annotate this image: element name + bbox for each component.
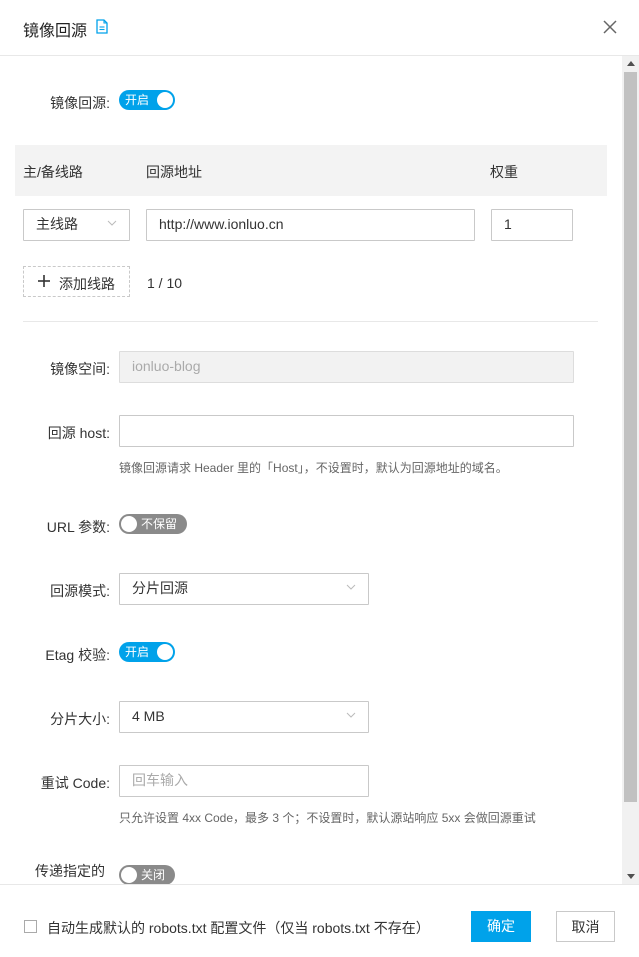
robots-checkbox[interactable] [24, 920, 37, 933]
weight-input[interactable]: 1 [491, 209, 573, 241]
add-line-label: 添加线路 [59, 276, 115, 292]
mode-label: 回源模式: [50, 583, 110, 599]
space-value: ionluo-blog [132, 358, 201, 374]
host-label: 回源 host: [47, 425, 110, 441]
toggle-knob [157, 644, 173, 660]
host-hint: 镜像回源请求 Header 里的「Host」，不设置时，默认为回源地址的域名。 [119, 461, 508, 475]
plus-icon [38, 275, 50, 287]
dialog-title: 镜像回源 [23, 23, 88, 40]
lines-table-header: 主/备线路 回源地址 权重 [15, 145, 607, 196]
retry-label: 重试 Code: [40, 775, 110, 791]
space-input: ionluo-blog [119, 351, 574, 383]
chevron-down-icon [346, 584, 356, 590]
chevron-down-icon [107, 220, 117, 226]
scrollbar[interactable] [622, 56, 639, 884]
scrollbar-thumb[interactable] [624, 72, 637, 802]
mode-value: 分片回源 [132, 580, 188, 596]
header-weight: 权重 [490, 164, 518, 180]
etag-toggle[interactable]: 开启 [119, 642, 175, 662]
robots-checkbox-label[interactable]: 自动生成默认的 robots.txt 配置文件（仅当 robots.txt 不存… [47, 918, 430, 938]
mirror-toggle-text: 开启 [125, 93, 150, 107]
chevron-down-icon [346, 712, 356, 718]
host-input[interactable] [119, 415, 574, 447]
line-count: 1 / 10 [147, 275, 183, 291]
mode-select[interactable]: 分片回源 [119, 573, 369, 605]
dialog-footer: 自动生成默认的 robots.txt 配置文件（仅当 robots.txt 不存… [0, 884, 639, 957]
retry-code-input[interactable]: 回车输入 [119, 765, 369, 797]
line-type-select[interactable]: 主线路 [23, 209, 130, 241]
scroll-up-icon[interactable] [627, 61, 635, 66]
toggle-knob [121, 867, 137, 883]
etag-label: Etag 校验: [45, 647, 110, 663]
toggle-knob [121, 516, 137, 532]
header-address: 回源地址 [146, 164, 202, 180]
confirm-button[interactable]: 确定 [471, 911, 531, 942]
close-icon[interactable] [602, 19, 618, 35]
pass-toggle-text: 关闭 [140, 868, 165, 882]
header-line-type: 主/备线路 [23, 164, 83, 180]
etag-toggle-text: 开启 [125, 645, 150, 659]
toggle-knob [157, 92, 173, 108]
document-icon[interactable] [96, 19, 108, 34]
dialog-header: 镜像回源 [0, 0, 639, 56]
line-type-value: 主线路 [36, 216, 78, 232]
add-line-button[interactable]: 添加线路 [23, 266, 130, 297]
chunk-select[interactable]: 4 MB [119, 701, 369, 733]
retry-hint: 只允许设置 4xx Code，最多 3 个；不设置时，默认源站响应 5xx 会做… [119, 811, 536, 825]
mirror-toggle[interactable]: 开启 [119, 90, 175, 110]
pass-toggle[interactable]: 关闭 [119, 865, 175, 884]
mirror-label: 镜像回源: [50, 95, 110, 111]
url-params-toggle-text: 不保留 [140, 517, 177, 531]
dialog-body: 镜像回源: 开启 主/备线路 回源地址 权重 主线路 http://www.io… [0, 56, 622, 884]
pass-label: 传递指定的 [35, 863, 105, 879]
chunk-value: 4 MB [132, 708, 165, 724]
address-value: http://www.ionluo.cn [159, 216, 284, 232]
weight-value: 1 [504, 216, 512, 232]
address-input[interactable]: http://www.ionluo.cn [146, 209, 475, 241]
space-label: 镜像空间: [50, 361, 110, 377]
chunk-label: 分片大小: [50, 711, 110, 727]
cancel-button[interactable]: 取消 [556, 911, 615, 942]
scroll-down-icon[interactable] [627, 874, 635, 879]
divider [23, 321, 598, 322]
url-params-toggle[interactable]: 不保留 [119, 514, 187, 534]
url-params-label: URL 参数: [46, 519, 110, 535]
retry-placeholder: 回车输入 [132, 772, 188, 788]
